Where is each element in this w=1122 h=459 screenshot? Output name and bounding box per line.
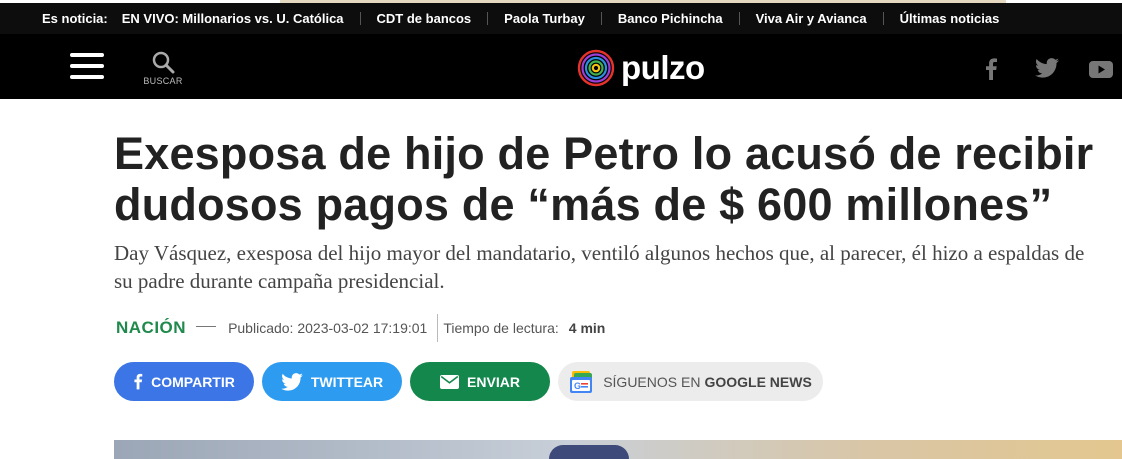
ticker-lead: Es noticia: [42, 11, 108, 26]
ticker-item-millonarios[interactable]: EN VIVO: Millonarios vs. U. Católica [122, 12, 361, 25]
svg-text:G: G [574, 381, 581, 391]
facebook-link[interactable] [984, 58, 998, 80]
envelope-icon [440, 374, 460, 389]
read-time-value: 4 min [568, 320, 606, 336]
google-news-icon: G [570, 370, 593, 393]
facebook-share-button[interactable]: COMPARTIR [114, 362, 254, 401]
pulzo-logo-icon [577, 49, 615, 87]
section-link[interactable]: NACIÓN [116, 318, 186, 338]
search-button[interactable]: BUSCAR [143, 50, 183, 86]
google-news-prefix: SÍGUENOS EN [603, 373, 701, 390]
email-share-button[interactable]: ENVIAR [410, 362, 550, 401]
google-news-follow-button[interactable]: G SÍGUENOS EN GOOGLE NEWS [558, 362, 823, 401]
ticker-item-banco-pichincha[interactable]: Banco Pichincha [602, 12, 740, 25]
read-time-label: Tiempo de lectura: [443, 320, 559, 336]
ticker-item-ultimas-noticias[interactable]: Últimas noticias [884, 12, 1016, 25]
twitter-share-button[interactable]: TWITTEAR [262, 362, 402, 401]
article-lede: Day Vásquez, exesposa del hijo mayor del… [114, 241, 1085, 293]
meta-divider [196, 325, 217, 327]
twitter-share-label: TWITTEAR [310, 373, 384, 390]
menu-button[interactable] [70, 53, 104, 79]
logo-text: pulzo [621, 49, 705, 86]
ticker-item-paola-turbay[interactable]: Paola Turbay [488, 12, 602, 25]
trending-ticker: Es noticia: EN VIVO: Millonarios vs. U. … [0, 3, 1122, 34]
site-logo[interactable]: pulzo [577, 49, 705, 87]
article-meta: NACIÓN Publicado: 2023-03-02 17:19:01 Ti… [116, 314, 605, 342]
search-label: BUSCAR [143, 76, 183, 86]
youtube-link[interactable] [1089, 61, 1113, 78]
google-news-label: GOOGLE NEWS [704, 373, 812, 390]
article-hero-image [114, 440, 1122, 459]
facebook-icon [134, 373, 143, 390]
search-icon [152, 51, 175, 74]
ticker-item-cdt[interactable]: CDT de bancos [361, 12, 489, 25]
site-header: BUSCAR pulzo [0, 34, 1122, 99]
facebook-share-label: COMPARTIR [151, 373, 235, 390]
ticker-item-viva-air[interactable]: Viva Air y Avianca [740, 12, 884, 25]
twitter-icon [1035, 58, 1059, 78]
twitter-link[interactable] [1035, 58, 1059, 78]
article-title: Exesposa de hijo de Petro lo acusó de re… [114, 128, 1094, 230]
twitter-icon [281, 372, 303, 391]
published-date: Publicado: 2023-03-02 17:19:01 [228, 320, 428, 336]
facebook-icon [986, 58, 997, 80]
youtube-icon [1089, 61, 1113, 78]
meta-separator [437, 314, 439, 342]
hamburger-icon [70, 53, 104, 57]
email-share-label: ENVIAR [467, 373, 520, 390]
